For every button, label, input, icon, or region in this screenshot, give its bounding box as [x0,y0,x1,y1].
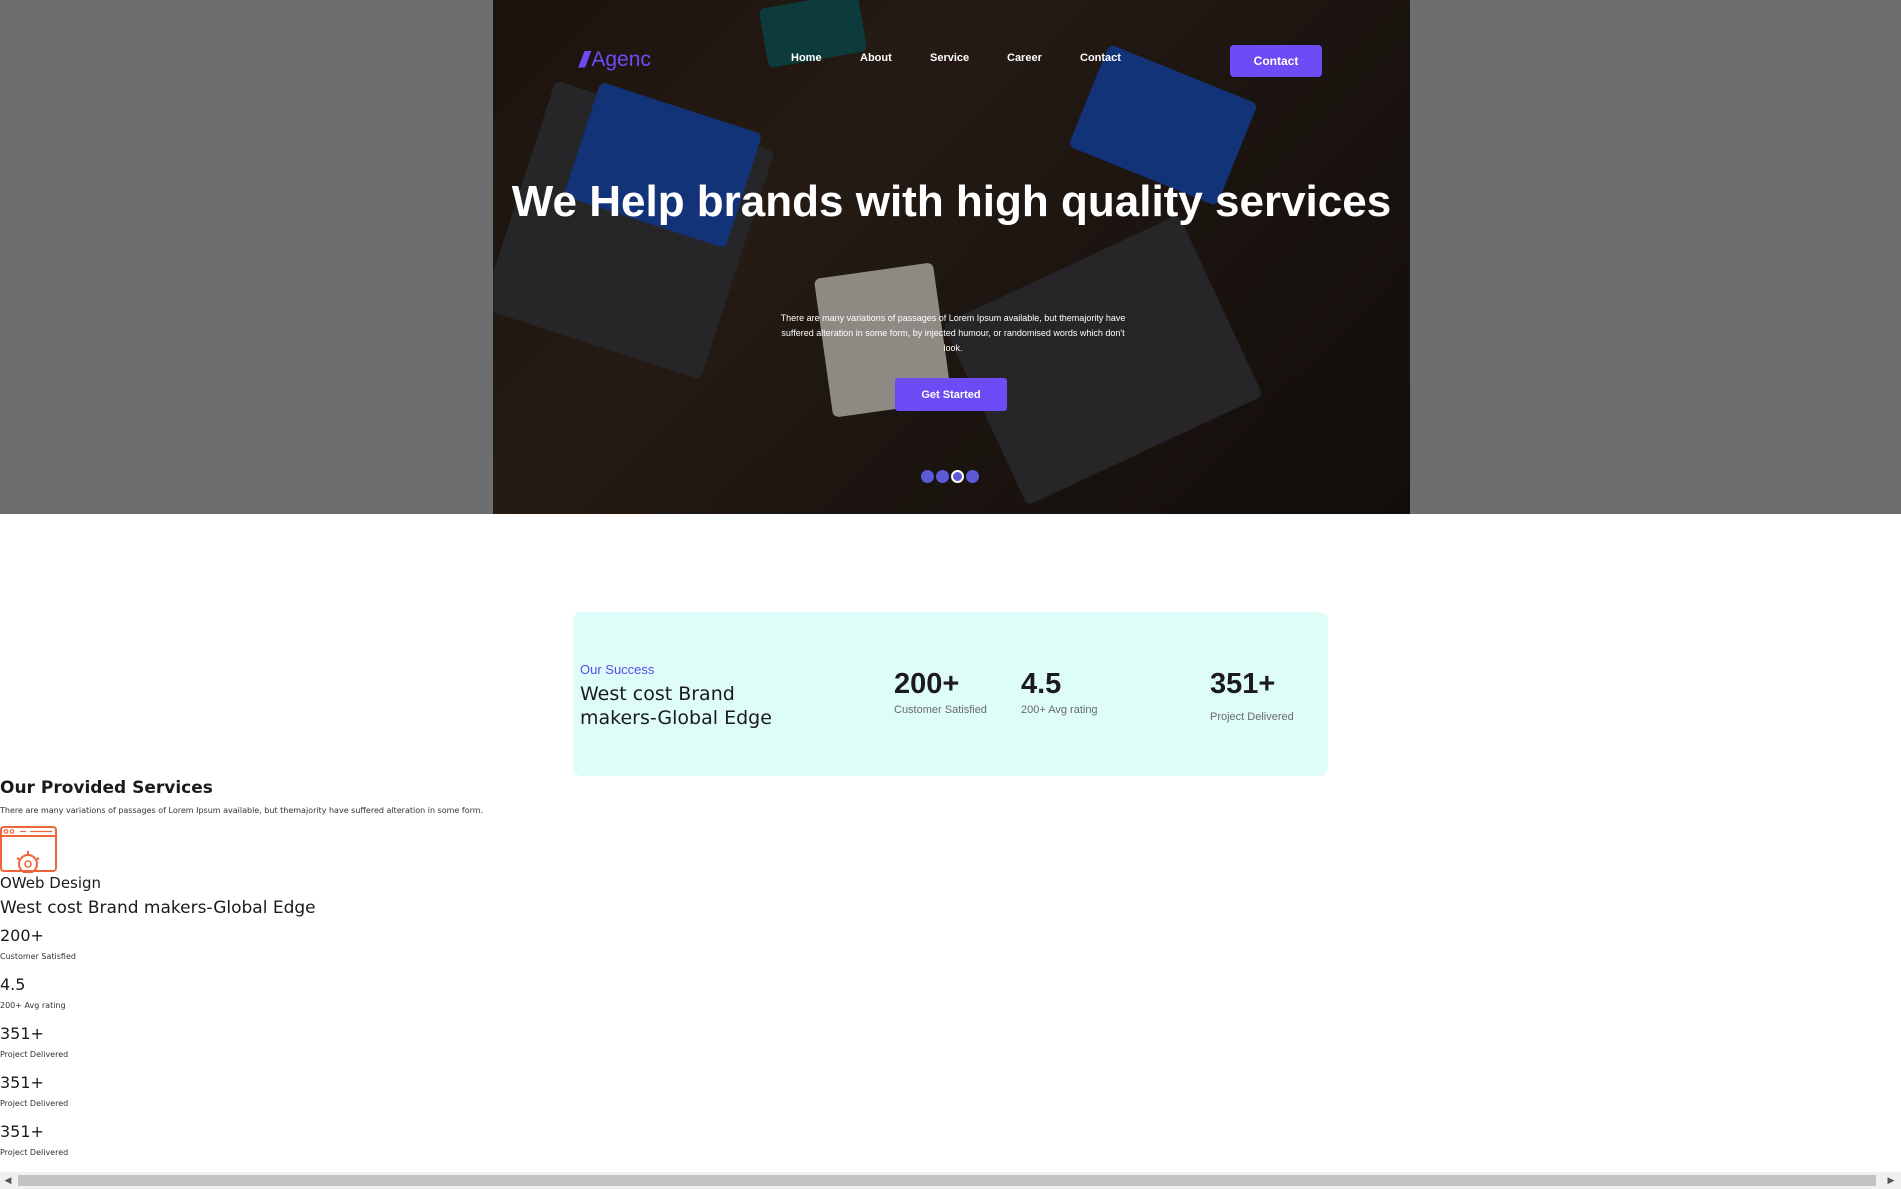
slider-dots [921,470,979,483]
nav-service[interactable]: Service [930,52,1007,64]
stat-label: Project Delivered [1210,711,1294,723]
duplicate-stat-value: 351+ [0,1073,44,1092]
logo-text: Agenc [591,48,651,71]
hero-overlay [493,0,1410,514]
contact-button[interactable]: Contact [1230,45,1322,77]
scrollbar-thumb[interactable] [18,1175,1876,1186]
logo-mark-icon: /// [579,47,590,72]
slider-dot[interactable] [921,470,934,483]
duplicate-stat-label: Project Delivered [0,1148,69,1157]
stat-customers: 200+ Customer Satisfied [894,667,987,716]
nav-home[interactable]: Home [791,52,860,64]
web-design-icon [0,826,58,877]
success-title: West cost Brand makers-Global Edge [580,683,772,729]
main-nav: Home About Service Career Contact [791,52,1140,64]
stat-label: 200+ Avg rating [1021,704,1098,716]
stat-rating: 4.5 200+ Avg rating [1021,667,1098,716]
slider-dot[interactable] [936,470,949,483]
duplicate-stat-value: 351+ [0,1024,44,1043]
logo[interactable]: /// Agenc [579,47,651,73]
get-started-button[interactable]: Get Started [895,378,1007,411]
duplicate-stat-label: Customer Satisfied [0,952,76,961]
stat-value: 351+ [1210,668,1276,700]
duplicate-stat-label: Project Delivered [0,1099,69,1108]
nav-about[interactable]: About [860,52,930,64]
duplicate-stat-value: 200+ [0,926,44,945]
duplicate-stat-label: Project Delivered [0,1050,69,1059]
slider-dot-active[interactable] [951,470,964,483]
horizontal-scrollbar[interactable]: ◀ ▶ [0,1172,1901,1189]
nav-contact[interactable]: Contact [1080,52,1140,64]
success-eyebrow: Our Success [580,662,655,677]
hero-title: We Help brands with high quality service… [511,177,1392,226]
success-card: Our Success West cost Brand makers-Globa… [573,612,1328,776]
duplicate-stat-value: 4.5 [0,975,26,994]
hero-section: /// Agenc Home About Service Career Cont… [493,0,1410,514]
nav-career[interactable]: Career [1007,52,1080,64]
stat-projects: 351+ Project Delivered [1210,667,1294,723]
hero-subtitle: There are many variations of passages of… [780,313,1126,353]
scroll-left-arrow-icon[interactable]: ◀ [2,1174,14,1187]
duplicate-stat-label: 200+ Avg rating [0,1001,66,1010]
slider-dot[interactable] [966,470,979,483]
stat-value: 4.5 [1021,668,1062,700]
stat-value: 200+ [894,668,960,700]
service-item-title: OWeb Design [0,874,102,892]
duplicate-stat-value: 351+ [0,1122,44,1141]
services-heading: Our Provided Services [0,778,213,798]
scroll-right-arrow-icon[interactable]: ▶ [1885,1174,1897,1187]
services-description: There are many variations of passages of… [0,806,484,815]
stat-label: Customer Satisfied [894,704,987,716]
duplicate-title: West cost Brand makers-Global Edge [0,898,316,918]
